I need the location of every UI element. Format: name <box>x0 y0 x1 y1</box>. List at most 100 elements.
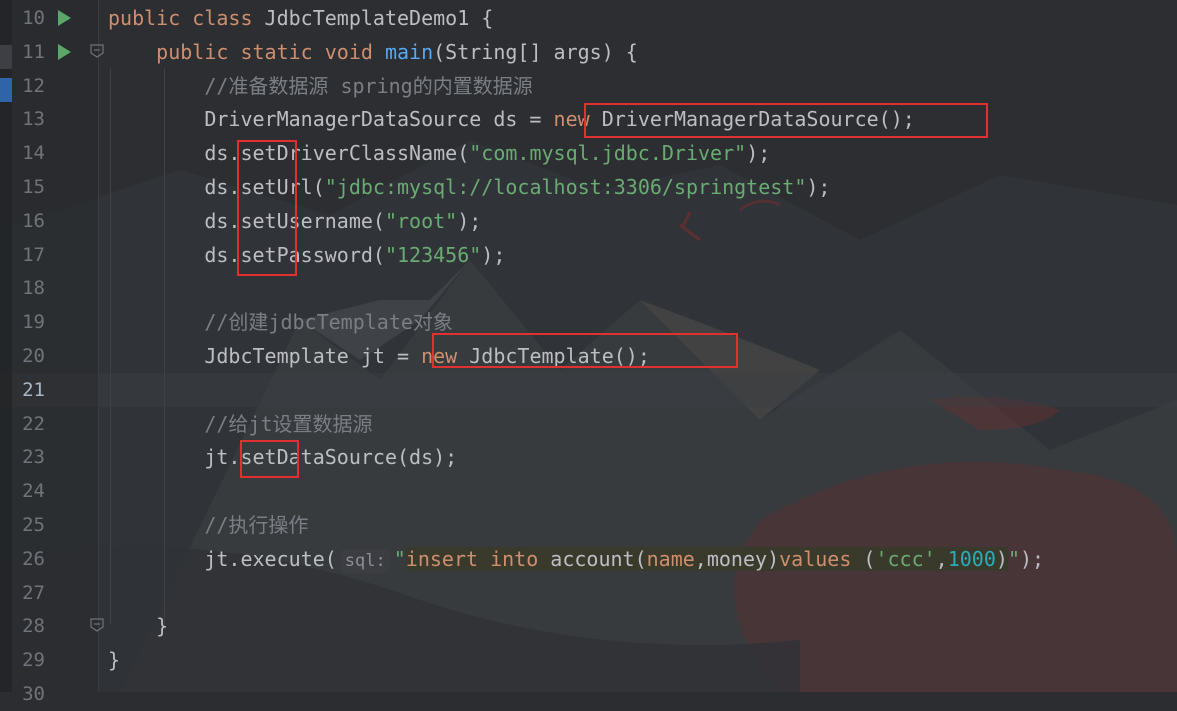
line-number[interactable]: 22 <box>0 407 45 441</box>
code-token: insert <box>405 546 491 571</box>
code-token: //执行操作 <box>108 513 309 537</box>
code-token: "com.mysql.jdbc.Driver" <box>469 141 747 166</box>
code-token: "jdbc:mysql://localhost:3306/springtest" <box>324 175 807 199</box>
code-line[interactable]: 21 <box>0 373 1177 407</box>
line-number[interactable]: 15 <box>0 170 45 204</box>
code-token: { <box>481 6 494 30</box>
line-number[interactable]: 17 <box>0 238 45 272</box>
code-line[interactable]: 18 <box>0 271 1177 305</box>
code-token: account( <box>550 546 647 571</box>
line-number[interactable]: 21 <box>0 373 45 407</box>
code-text[interactable]: //准备数据源 spring的内置数据源 <box>108 69 533 103</box>
line-number[interactable]: 29 <box>0 643 45 677</box>
code-line[interactable]: 17 ds.setPassword("123456"); <box>0 238 1177 272</box>
code-line[interactable]: 16 ds.setUsername("root"); <box>0 204 1177 238</box>
line-number[interactable]: 25 <box>0 508 45 542</box>
line-number[interactable]: 27 <box>0 576 45 610</box>
line-number[interactable]: 12 <box>0 69 45 103</box>
line-number[interactable]: 18 <box>0 271 45 305</box>
line-number[interactable]: 24 <box>0 474 45 508</box>
line-number[interactable]: 16 <box>0 204 45 238</box>
line-number[interactable]: 28 <box>0 609 45 643</box>
fold-icon[interactable] <box>90 618 104 633</box>
code-token: money <box>706 546 768 571</box>
code-token: ); <box>746 141 771 166</box>
line-number[interactable]: 30 <box>0 677 45 711</box>
code-text[interactable]: public class JdbcTemplateDemo1 { <box>108 1 493 35</box>
code-token: (String[] args) { <box>433 39 638 64</box>
line-number[interactable]: 19 <box>0 305 45 339</box>
code-line[interactable]: 24 <box>0 474 1177 508</box>
code-token: void <box>324 39 385 64</box>
code-text[interactable]: //给jt设置数据源 <box>108 407 373 441</box>
line-number[interactable]: 13 <box>0 102 45 136</box>
code-line[interactable]: 25 //执行操作 <box>0 508 1177 542</box>
code-token: " <box>393 546 406 571</box>
code-token: into <box>490 546 551 571</box>
code-token: class <box>192 6 265 30</box>
code-token: JdbcTemplate jt = <box>108 344 422 368</box>
code-text[interactable]: ds.setPassword("123456"); <box>108 238 505 272</box>
code-token: ); <box>457 208 482 233</box>
code-token: ); <box>806 175 831 199</box>
code-token: main <box>384 39 434 64</box>
code-line[interactable]: 15 ds.setUrl("jdbc:mysql://localhost:330… <box>0 170 1177 204</box>
code-line[interactable]: 22 //给jt设置数据源 <box>0 407 1177 441</box>
code-line[interactable]: 12 //准备数据源 spring的内置数据源 <box>0 69 1177 103</box>
code-token: name <box>646 546 695 571</box>
code-token: jt.execute( <box>108 546 337 571</box>
code-text[interactable]: ds.setUrl("jdbc:mysql://localhost:3306/s… <box>108 170 830 204</box>
code-token: } <box>108 614 169 639</box>
line-number[interactable]: 14 <box>0 136 45 170</box>
code-line[interactable]: 23 jt.setDataSource(ds); <box>0 440 1177 474</box>
code-text[interactable]: jt.execute(sql: "insert into account(name… <box>108 542 1044 576</box>
code-line[interactable]: 11 public static void main(String[] args… <box>0 35 1177 69</box>
annotation-box-setters <box>237 140 297 276</box>
code-line[interactable]: 28 } <box>0 609 1177 643</box>
code-line[interactable]: 26 jt.execute(sql: "insert into account(n… <box>0 542 1177 576</box>
code-token: "123456" <box>384 242 482 267</box>
code-token: 1000 <box>947 546 996 571</box>
code-token: 'ccc' <box>875 546 936 571</box>
line-number[interactable]: 10 <box>0 1 45 35</box>
parameter-hint: sql: <box>340 548 390 573</box>
code-token: "root" <box>384 208 458 233</box>
code-token: DriverManagerDataSource ds = <box>108 107 554 132</box>
fold-icon[interactable] <box>90 44 104 58</box>
annotation-box-setdatasource <box>240 440 299 478</box>
code-line[interactable]: 10 public class JdbcTemplateDemo1 { <box>0 1 1177 35</box>
code-token: static <box>240 39 325 64</box>
code-line[interactable]: 14 ds.setDriverClassName("com.mysql.jdbc… <box>0 136 1177 170</box>
line-number[interactable]: 20 <box>0 339 45 373</box>
code-text[interactable]: } <box>108 643 120 677</box>
code-token: ) <box>995 546 1008 571</box>
annotation-box-new-jdbctemplate <box>432 333 738 368</box>
code-token: } <box>108 648 121 673</box>
code-token: values <box>779 546 864 571</box>
run-icon[interactable] <box>58 10 71 26</box>
line-number[interactable]: 11 <box>0 35 45 69</box>
code-token: //给jt设置数据源 <box>108 411 373 436</box>
code-text[interactable]: //创建jdbcTemplate对象 <box>108 305 453 339</box>
line-number[interactable]: 23 <box>0 440 45 474</box>
code-token: ( <box>863 546 876 571</box>
code-line[interactable]: 30 <box>0 677 1177 711</box>
annotation-box-new-datasource <box>584 103 988 138</box>
code-token: public <box>108 39 241 64</box>
line-number[interactable]: 26 <box>0 542 45 576</box>
code-text[interactable]: } <box>108 609 168 643</box>
code-line[interactable]: 29} <box>0 643 1177 677</box>
code-token: ) <box>767 546 780 571</box>
code-token: " <box>1007 546 1020 571</box>
code-text[interactable]: ds.setDriverClassName("com.mysql.jdbc.Dr… <box>108 136 770 170</box>
code-token: public <box>108 6 193 30</box>
code-token: //准备数据源 spring的内置数据源 <box>108 73 533 98</box>
code-token: ); <box>1019 546 1045 571</box>
code-editor[interactable]: 10 public class JdbcTemplateDemo1 {11 pub… <box>0 0 1177 705</box>
code-token: , <box>935 546 948 571</box>
code-text[interactable]: public static void main(String[] args) { <box>108 35 638 69</box>
code-token: //创建jdbcTemplate对象 <box>108 310 453 335</box>
run-icon[interactable] <box>58 43 71 60</box>
code-text[interactable]: //执行操作 <box>108 508 308 542</box>
code-line[interactable]: 27 <box>0 576 1177 610</box>
